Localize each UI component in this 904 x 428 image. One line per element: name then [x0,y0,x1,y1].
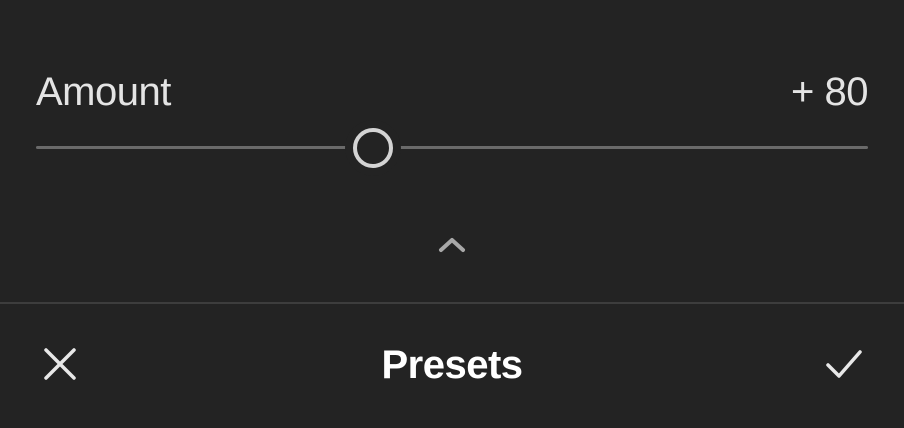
slider-thumb[interactable] [353,128,393,168]
amount-label: Amount [36,70,171,114]
checkmark-icon [826,350,862,378]
amount-value: + 80 [791,70,868,114]
collapse-button[interactable] [432,228,472,260]
amount-slider[interactable] [36,128,868,168]
adjustment-panel: Amount + 80 [0,0,904,302]
slider-track[interactable] [36,146,868,149]
bottom-toolbar: Presets [0,304,904,428]
presets-title: Presets [381,343,523,387]
chevron-up-icon [439,238,465,252]
confirm-button[interactable] [820,340,868,388]
